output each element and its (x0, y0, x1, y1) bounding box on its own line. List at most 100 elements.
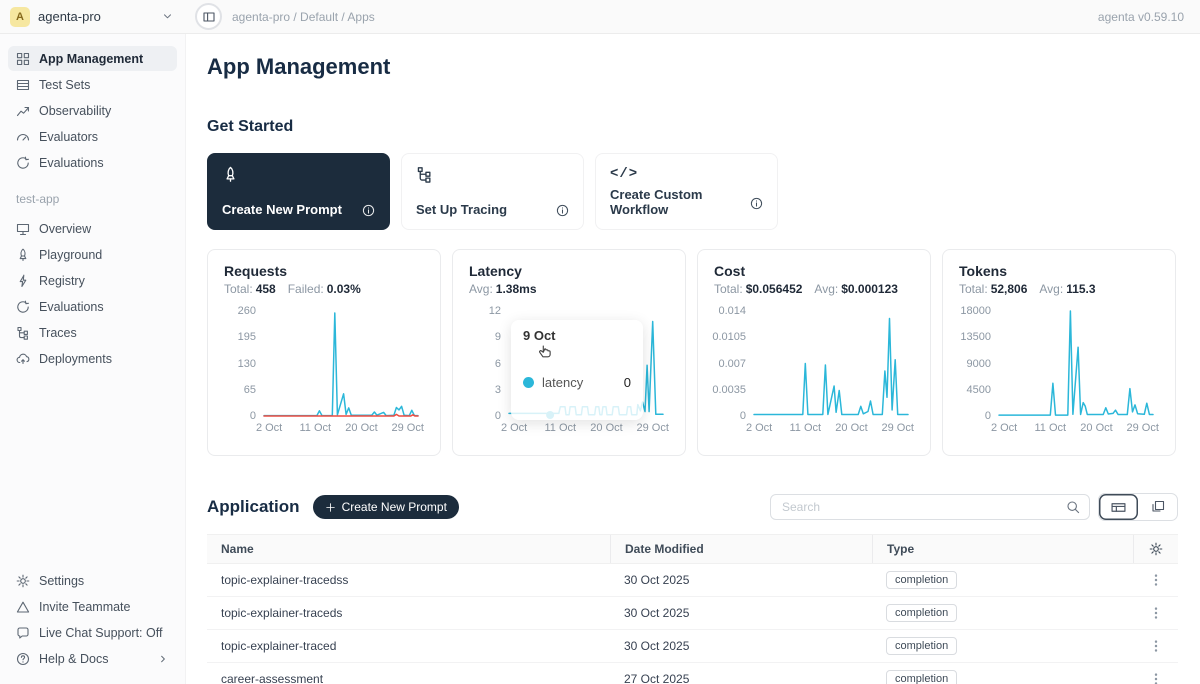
workspace-avatar: A (10, 7, 30, 27)
grid-icon (16, 52, 30, 66)
chart-title: Latency (469, 263, 669, 279)
table-row[interactable]: topic-explainer-tracedss30 Oct 2025compl… (207, 564, 1178, 597)
sidebar-item-live-chat-support-off[interactable]: Live Chat Support: Off (8, 620, 177, 645)
mouse-cursor (537, 343, 553, 361)
chart-line-icon (16, 104, 30, 118)
app-date-modified: 27 Oct 2025 (610, 672, 872, 684)
search-input[interactable] (780, 499, 1066, 515)
column-header-name[interactable]: Name (207, 542, 610, 556)
sidebar-item-registry[interactable]: Registry (8, 268, 177, 293)
top-bar: A agenta-pro agenta-pro / Default / Apps… (0, 0, 1200, 34)
sidebar-item-test-sets[interactable]: Test Sets (8, 72, 177, 97)
table-header: NameDate ModifiedType (207, 534, 1178, 564)
type-badge: completion (886, 637, 957, 655)
create-new-prompt-button[interactable]: Create New Prompt (313, 495, 459, 519)
info-icon (556, 204, 569, 217)
get-started-card-create-new-prompt[interactable]: Create New Prompt (207, 153, 390, 230)
app-type: completion (872, 670, 1133, 684)
sidebar-item-traces[interactable]: Traces (8, 320, 177, 345)
help-icon (16, 652, 30, 666)
app-type: completion (872, 637, 1133, 655)
app-type: completion (872, 604, 1133, 622)
sidebar-item-deployments[interactable]: Deployments (8, 346, 177, 371)
type-badge: completion (886, 604, 957, 622)
workspace-selector[interactable]: A agenta-pro (0, 7, 186, 27)
sidebar-item-evaluations[interactable]: Evaluations (8, 294, 177, 319)
dots-icon (1149, 639, 1163, 653)
stat-avg: Avg:1.38ms (469, 282, 537, 296)
chart-stats: Total:458Failed:0.03% (224, 282, 424, 296)
app-type: completion (872, 571, 1133, 589)
app-date-modified: 30 Oct 2025 (610, 639, 872, 653)
rocket-icon (222, 166, 239, 183)
stat-avg: Avg:115.3 (1039, 282, 1095, 296)
sidebar-app: OverviewPlaygroundRegistryEvaluationsTra… (8, 216, 177, 372)
card-view-button[interactable] (1138, 494, 1177, 520)
tooltip-date: 9 Oct (523, 328, 631, 343)
column-header-date-modified[interactable]: Date Modified (610, 535, 872, 563)
stat-total: Total:458 (224, 282, 276, 296)
sidebar-main: App ManagementTest SetsObservabilityEval… (8, 46, 177, 176)
panel-icon (202, 10, 216, 24)
sidebar-item-observability[interactable]: Observability (8, 98, 177, 123)
row-menu-button[interactable] (1149, 672, 1163, 684)
chevron-down-icon (161, 8, 174, 26)
applications-table: NameDate ModifiedType topic-explainer-tr… (207, 534, 1178, 684)
chart-stats: Total:$0.056452Avg:$0.000123 (714, 282, 914, 296)
tooltip-value: 0 (624, 375, 631, 390)
sidebar-item-playground[interactable]: Playground (8, 242, 177, 267)
rocket-icon (16, 248, 30, 262)
table-row[interactable]: topic-explainer-traced30 Oct 2025complet… (207, 630, 1178, 663)
sidebar-item-app-management[interactable]: App Management (8, 46, 177, 71)
chart-title: Cost (714, 263, 914, 279)
legend-dot (523, 377, 534, 388)
table-row[interactable]: topic-explainer-traceds30 Oct 2025comple… (207, 597, 1178, 630)
type-badge: completion (886, 670, 957, 684)
search-icon[interactable] (1066, 498, 1080, 516)
app-name: career-assessment (207, 672, 610, 684)
sidebar-item-overview[interactable]: Overview (8, 216, 177, 241)
column-header-type[interactable]: Type (872, 535, 1133, 563)
table-body: topic-explainer-tracedss30 Oct 2025compl… (207, 564, 1178, 684)
search-box (770, 494, 1090, 520)
stat-total: Total:52,806 (959, 282, 1027, 296)
refresh-icon (16, 300, 30, 314)
application-heading: Application (207, 497, 300, 517)
table-view-button[interactable] (1099, 494, 1138, 520)
chart-title: Requests (224, 263, 424, 279)
sidebar-item-evaluators[interactable]: Evaluators (8, 124, 177, 149)
y-axis-labels: 129630 (469, 311, 509, 416)
row-menu-button[interactable] (1149, 573, 1163, 587)
chart-card-cost: Cost Total:$0.056452Avg:$0.000123 0.0140.0… (697, 249, 931, 456)
plus-icon (325, 500, 336, 514)
app-date-modified: 30 Oct 2025 (610, 573, 872, 587)
y-axis-labels: 0.0140.01050.0070.00350 (714, 311, 754, 416)
sidebar-item-evaluations[interactable]: Evaluations (8, 150, 177, 175)
sidebar-collapse-button[interactable] (195, 3, 222, 30)
chart-plot: 2 Oct11 Oct20 Oct29 Oct (999, 311, 1153, 416)
plus-icon (325, 502, 336, 513)
chart-card-tokens: TokensTotal:52,806Avg:115.31800013500900… (942, 249, 1176, 456)
chart-card-latency: LatencyAvg:1.38ms1296302 Oct11 Oct20 Oct… (452, 249, 686, 456)
column-settings[interactable] (1133, 535, 1178, 563)
sidebar-item-settings[interactable]: Settings (8, 568, 177, 593)
tableview-icon (1111, 500, 1126, 515)
row-menu-button[interactable] (1149, 639, 1163, 653)
chart-stats: Avg:1.38ms (469, 282, 669, 296)
workspace-name: agenta-pro (38, 9, 153, 24)
info-icon (362, 204, 375, 217)
sidebar-item-invite-teammate[interactable]: Invite Teammate (8, 594, 177, 619)
tokens-line-chart (999, 311, 1153, 416)
triangle-icon (16, 600, 30, 614)
get-started-card-create-custom-workflow[interactable]: </>Create Custom Workflow (595, 153, 778, 230)
table-row[interactable]: career-assessment27 Oct 2025 completion (207, 663, 1178, 684)
app-date-modified: 30 Oct 2025 (610, 606, 872, 620)
page-title: App Management (207, 54, 1178, 80)
get-started-card-set-up-tracing[interactable]: Set Up Tracing (401, 153, 584, 230)
dots-icon (1149, 606, 1163, 620)
main-content: App Management Get Started Create New Pr… (186, 34, 1200, 684)
row-menu-button[interactable] (1149, 606, 1163, 620)
get-started-heading: Get Started (207, 118, 1178, 136)
sidebar-item-help-docs[interactable]: Help & Docs (8, 646, 177, 671)
view-toggle (1098, 493, 1178, 521)
